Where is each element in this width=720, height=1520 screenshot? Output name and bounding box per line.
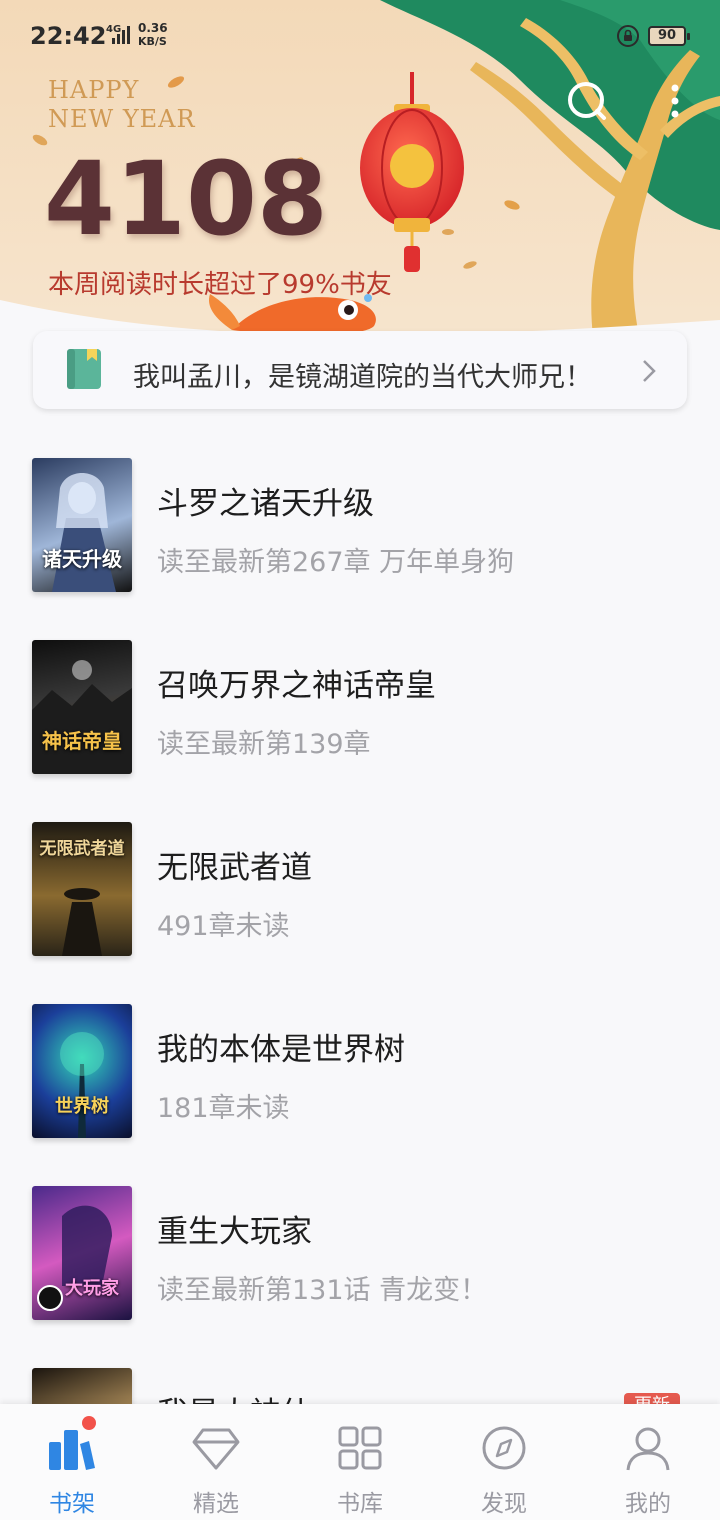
nav-label: 发现 (481, 1491, 527, 1517)
cover-title: 世界树 (55, 1096, 109, 1117)
book-progress: 读至最新第131话 青龙变！ (157, 1275, 488, 1306)
greeting-line-2: NEW YEAR (48, 105, 196, 133)
nav-label: 书架 (49, 1491, 95, 1517)
book-cover[interactable]: 诸天升级 (32, 458, 132, 592)
app-root: 22:42 4G 0.36 KB/S 90 HAPPY NEW YEAR 410… (0, 0, 720, 1520)
nav-bookshelf[interactable]: 书架 (0, 1404, 144, 1520)
user-icon (626, 1427, 670, 1471)
cover-title: 诸天升级 (42, 547, 122, 571)
nav-label: 精选 (193, 1491, 239, 1517)
notification-dot (82, 1416, 96, 1430)
net-speed-unit: KB/S (138, 35, 167, 48)
book-item[interactable]: 大玩家 重生大玩家 读至最新第131话 青龙变！ (0, 1158, 720, 1320)
book-progress: 491章未读 (157, 911, 290, 942)
bottom-navigation: 书架 精选 书库 发现 我的 (0, 1404, 720, 1520)
book-cover[interactable]: 大玩家 (32, 1186, 132, 1320)
rotation-lock-icon (617, 25, 639, 47)
book-progress: 读至最新第139章 (157, 729, 371, 760)
book-title: 重生大玩家 (157, 1214, 312, 1250)
book-title: 召唤万界之神话帝皇 (157, 668, 436, 704)
chevron-right-icon (643, 360, 656, 382)
status-bar: 22:42 4G 0.36 KB/S 90 (0, 0, 720, 74)
book-cover[interactable]: 无限武者道 (32, 822, 132, 956)
book-progress: 读至最新第267章 万年单身狗 (157, 547, 515, 578)
weekly-reading-minutes: 4108 (44, 140, 328, 259)
more-options-icon[interactable] (660, 80, 690, 124)
status-time: 22:42 (30, 22, 107, 50)
net-speed-value: 0.36 (138, 21, 168, 35)
nav-profile[interactable]: 我的 (576, 1404, 720, 1520)
nav-featured[interactable]: 精选 (144, 1404, 288, 1520)
book-cover[interactable]: 世界树 (32, 1004, 132, 1138)
notice-card[interactable]: 我叫孟川，是镜湖道院的当代大师兄！ (33, 331, 687, 409)
nav-library[interactable]: 书库 (288, 1404, 432, 1520)
book-cover[interactable]: 神话帝皇 (32, 640, 132, 774)
notice-text: 我叫孟川，是镜湖道院的当代大师兄！ (133, 362, 592, 393)
book-item[interactable]: 诸天升级 斗罗之诸天升级 读至最新第267章 万年单身狗 (0, 430, 720, 592)
cover-title: 大玩家 (65, 1278, 119, 1299)
nav-discover[interactable]: 发现 (432, 1404, 576, 1520)
book-icon (67, 349, 101, 389)
book-item[interactable]: 无限武者道 无限武者道 491章未读 (0, 794, 720, 956)
book-item[interactable]: 神话帝皇 召唤万界之神话帝皇 读至最新第139章 (0, 612, 720, 774)
nav-label: 我的 (625, 1491, 671, 1517)
book-item[interactable]: 世界树 我的本体是世界树 181章未读 (0, 976, 720, 1138)
cover-title: 神话帝皇 (42, 729, 122, 753)
reading-banner[interactable]: 22:42 4G 0.36 KB/S 90 HAPPY NEW YEAR 410… (0, 0, 720, 380)
book-progress: 181章未读 (157, 1093, 290, 1124)
diamond-icon (192, 1428, 240, 1470)
book-title: 我的本体是世界树 (157, 1032, 405, 1068)
search-icon[interactable] (562, 76, 612, 126)
greeting-line-1: HAPPY (48, 76, 140, 104)
book-title: 斗罗之诸天升级 (157, 486, 374, 522)
cover-title: 无限武者道 (39, 839, 125, 859)
reading-rank-text: 本周阅读时长超过了99%书友 (48, 270, 392, 300)
signal-icon (112, 26, 130, 44)
nav-label: 书库 (337, 1491, 383, 1517)
bookshelf-icon (49, 1430, 95, 1470)
battery-indicator: 90 (648, 26, 690, 46)
compass-icon (482, 1426, 526, 1470)
grid-icon (338, 1426, 382, 1470)
book-title: 无限武者道 (157, 850, 312, 886)
